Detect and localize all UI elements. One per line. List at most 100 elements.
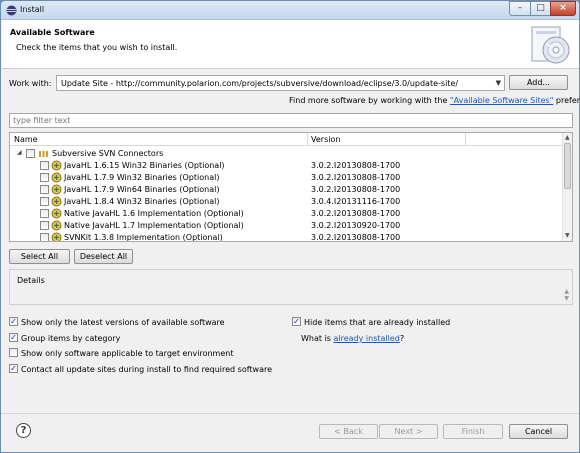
details-panel: Details ▲ ▼ <box>9 269 573 305</box>
next-button[interactable]: Next > <box>379 424 438 439</box>
table-header: Name Version <box>10 133 563 146</box>
row-version: 3.0.4.I20131116-1700 <box>311 197 401 206</box>
maximize-button[interactable]: □ <box>530 1 551 16</box>
table-scrollbar[interactable]: ▲ ▼ <box>562 133 572 241</box>
title-bar[interactable]: Install – □ × <box>1 1 579 20</box>
latest-versions-checkbox[interactable] <box>9 317 18 326</box>
hide-installed-checkbox[interactable] <box>292 317 301 326</box>
row-name: Native JavaHL 1.6 Implementation (Option… <box>64 209 244 218</box>
latest-versions-label: Show only the latest versions of availab… <box>21 318 225 327</box>
group-by-category-option[interactable]: Group items by category <box>9 333 120 343</box>
contact-sites-label: Contact all update sites during install … <box>21 365 273 374</box>
row-name: JavaHL 1.8.4 Win32 Binaries (Optional) <box>64 197 220 206</box>
hint-suffix: preferences. <box>555 96 580 105</box>
category-name: Subversive SVN Connectors <box>52 149 164 158</box>
cancel-button[interactable]: Cancel <box>509 424 568 439</box>
details-scroll-icon[interactable]: ▲ ▼ <box>564 288 569 302</box>
category-checkbox[interactable] <box>26 149 35 158</box>
row-checkbox[interactable] <box>40 197 49 206</box>
row-version: 3.0.2.I20130920-1700 <box>311 221 401 230</box>
add-site-button[interactable]: Add... <box>509 75 568 90</box>
update-site-value: Update Site - http://community.polarion.… <box>61 79 459 88</box>
latest-versions-option[interactable]: Show only the latest versions of availab… <box>9 317 225 327</box>
column-name[interactable]: Name <box>14 135 38 144</box>
window-title: Install <box>20 5 45 14</box>
work-with-label: Work with: <box>9 79 52 88</box>
row-version: 3.0.2.I20130808-1700 <box>311 209 401 218</box>
row-name: JavaHL 1.7.9 Win64 Binaries (Optional) <box>64 185 220 194</box>
table-row[interactable]: JavaHL 1.7.9 Win32 Binaries (Optional) 3… <box>10 172 563 184</box>
contact-sites-checkbox[interactable] <box>9 364 18 373</box>
table-row[interactable]: Native JavaHL 1.7 Implementation (Option… <box>10 220 563 232</box>
close-icon: × <box>559 3 567 13</box>
target-env-option[interactable]: Show only software applicable to target … <box>9 348 234 358</box>
row-version: 3.0.2.I20130808-1700 <box>311 161 401 170</box>
already-installed-link[interactable]: already installed <box>334 334 400 343</box>
plugin-icon <box>51 160 62 171</box>
contact-sites-option[interactable]: Contact all update sites during install … <box>9 364 273 374</box>
close-button[interactable]: × <box>550 1 576 16</box>
column-divider[interactable] <box>465 133 466 146</box>
scroll-down-icon[interactable]: ▼ <box>565 232 570 239</box>
help-icon[interactable]: ? <box>16 423 31 438</box>
finish-button[interactable]: Finish <box>443 424 503 439</box>
select-all-button[interactable]: Select All <box>9 249 70 264</box>
filter-placeholder: type filter text <box>13 116 71 125</box>
group-by-category-checkbox[interactable] <box>9 333 18 342</box>
row-checkbox[interactable] <box>40 185 49 194</box>
filter-input[interactable]: type filter text <box>9 113 573 128</box>
row-version: 3.0.2.I20130808-1700 <box>311 173 401 182</box>
scrollbar-thumb[interactable] <box>564 143 571 189</box>
plugin-icon <box>51 184 62 195</box>
chevron-down-icon[interactable]: ▼ <box>496 79 501 87</box>
row-name: SVNKit 1.3.8 Implementation (Optional) <box>64 233 223 242</box>
row-name: JavaHL 1.7.9 Win32 Binaries (Optional) <box>64 173 220 182</box>
install-dialog: Install – □ × Available Software Check t… <box>0 0 580 453</box>
eclipse-icon <box>6 5 17 16</box>
category-row[interactable]: ◢ Subversive SVN Connectors <box>10 148 563 160</box>
row-checkbox[interactable] <box>40 173 49 182</box>
hint-prefix: Find more software by working with the <box>289 96 450 105</box>
available-sites-hint: Find more software by working with the "… <box>289 96 580 105</box>
footer-divider <box>1 413 579 414</box>
table-row[interactable]: JavaHL 1.8.4 Win32 Binaries (Optional) 3… <box>10 196 563 208</box>
minimize-button[interactable]: – <box>509 1 531 16</box>
plugin-icon <box>51 196 62 207</box>
software-tree-table[interactable]: Name Version ◢ Subversive SVN Connectors… <box>9 132 573 242</box>
maximize-icon: □ <box>536 3 545 13</box>
target-env-checkbox[interactable] <box>9 348 18 357</box>
table-row[interactable]: SVNKit 1.3.8 Implementation (Optional) 3… <box>10 232 563 242</box>
plugin-icon <box>51 232 62 241</box>
row-checkbox[interactable] <box>40 161 49 170</box>
plugin-icon <box>51 208 62 219</box>
details-label: Details <box>17 276 45 285</box>
what-is-prefix: What is <box>301 334 334 343</box>
row-checkbox[interactable] <box>40 209 49 218</box>
hide-installed-option[interactable]: Hide items that are already installed <box>292 317 451 327</box>
column-version[interactable]: Version <box>311 135 340 144</box>
deselect-all-button[interactable]: Deselect All <box>74 249 133 264</box>
row-checkbox[interactable] <box>40 233 49 241</box>
hide-installed-label: Hide items that are already installed <box>304 318 451 327</box>
scroll-up-icon[interactable]: ▲ <box>565 134 570 141</box>
page-title: Available Software <box>10 28 95 37</box>
table-row[interactable]: JavaHL 1.7.9 Win64 Binaries (Optional) 3… <box>10 184 563 196</box>
what-is-suffix: ? <box>399 334 405 343</box>
page-description: Check the items that you wish to install… <box>16 43 178 52</box>
table-row[interactable]: JavaHL 1.6.15 Win32 Binaries (Optional) … <box>10 160 563 172</box>
wizard-header: Available Software Check the items that … <box>2 20 579 69</box>
tree-expand-icon[interactable]: ◢ <box>17 149 22 156</box>
table-row[interactable]: Native JavaHL 1.6 Implementation (Option… <box>10 208 563 220</box>
column-divider[interactable] <box>307 133 308 146</box>
plugin-icon <box>51 220 62 231</box>
update-site-combo[interactable]: Update Site - http://community.polarion.… <box>56 75 505 91</box>
row-checkbox[interactable] <box>40 221 49 230</box>
row-version: 3.0.2.I20130808-1700 <box>311 185 401 194</box>
minimize-icon: – <box>517 3 523 13</box>
available-software-sites-link[interactable]: "Available Software Sites" <box>450 96 553 105</box>
back-button[interactable]: < Back <box>319 424 378 439</box>
row-name: JavaHL 1.6.15 Win32 Binaries (Optional) <box>64 161 225 170</box>
target-env-label: Show only software applicable to target … <box>21 349 234 358</box>
plugin-icon <box>51 172 62 183</box>
install-cd-icon <box>531 26 570 64</box>
